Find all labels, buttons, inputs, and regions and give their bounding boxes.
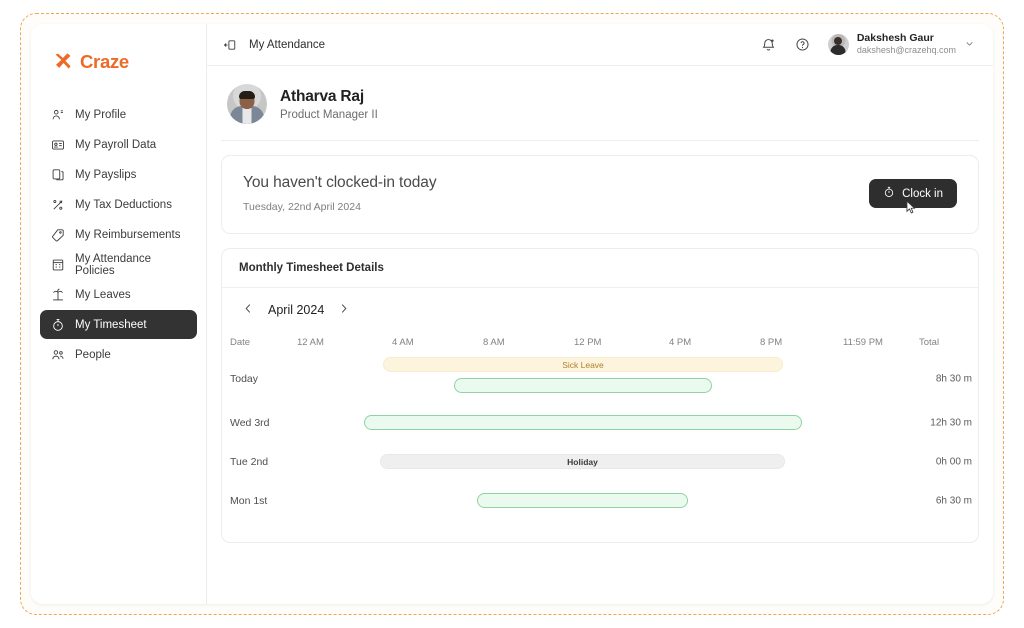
axis-tick-4pm: 4 PM [669, 337, 691, 348]
table-row[interactable]: Today Sick Leave 8h 30 m [222, 355, 978, 403]
timesheet-timeline: Date 12 AM 4 AM 8 AM 12 PM 4 PM 8 PM 11:… [222, 325, 978, 542]
avatar [828, 34, 849, 55]
month-navigator: April 2024 [222, 288, 978, 325]
sidebar-item-my-payroll-data[interactable]: My Payroll Data [40, 130, 197, 159]
timeline-bar-holiday[interactable]: Holiday [380, 454, 785, 469]
sidebar-item-label: My Reimbursements [75, 229, 180, 241]
clock-in-date: Tuesday, 22nd April 2024 [243, 201, 436, 213]
timer-icon [883, 186, 895, 201]
sidebar-item-my-tax-deductions[interactable]: My Tax Deductions [40, 190, 197, 219]
sidebar-item-my-leaves[interactable]: My Leaves [40, 280, 197, 309]
monthly-timesheet-card: Monthly Timesheet Details April 2024 Dat… [221, 248, 979, 543]
content-body: Atharva Raj Product Manager II You haven… [207, 66, 993, 604]
sidebar-item-label: My Payslips [75, 169, 136, 181]
row-total: 12h 30 m [930, 417, 972, 428]
timeline-axis: Date 12 AM 4 AM 8 AM 12 PM 4 PM 8 PM 11:… [222, 337, 978, 353]
employee-name: Atharva Raj [280, 88, 378, 106]
bar-label: Sick Leave [562, 360, 604, 370]
brand-name: Craze [80, 51, 129, 73]
table-row[interactable]: Tue 2nd Holiday 0h 00 m [222, 442, 978, 481]
timeline-bar-work[interactable] [364, 415, 802, 430]
sidebar-item-my-timesheet[interactable]: My Timesheet [40, 310, 197, 339]
sidebar-item-label: My Profile [75, 109, 126, 121]
tax-dots-icon [51, 198, 65, 212]
user-menu[interactable]: Dakshesh Gaur dakshesh@crazehq.com [828, 32, 975, 56]
building-icon [51, 258, 65, 272]
chevron-right-icon[interactable] [337, 302, 350, 317]
month-label: April 2024 [268, 303, 324, 317]
tag-icon [51, 228, 65, 242]
timer-icon [51, 318, 65, 332]
axis-tick-8pm: 8 PM [760, 337, 782, 348]
user-meta: Dakshesh Gaur dakshesh@crazehq.com [857, 32, 956, 56]
axis-tick-8am: 8 AM [483, 337, 505, 348]
sidebar-item-label: My Attendance Policies [75, 253, 186, 277]
clock-in-button-label: Clock in [902, 188, 943, 200]
timeline-bar-sick-leave[interactable]: Sick Leave [383, 357, 783, 372]
app-frame: Craze My Profile My Payroll Data My Pays… [20, 13, 1004, 615]
axis-tick-1159pm: 11:59 PM [843, 337, 883, 348]
chevron-left-icon[interactable] [242, 302, 255, 317]
clock-in-card: You haven't clocked-in today Tuesday, 22… [221, 155, 979, 234]
axis-label-total: Total [919, 337, 939, 348]
id-card-icon [51, 138, 65, 152]
mouse-cursor-icon [905, 200, 918, 216]
app-window: Craze My Profile My Payroll Data My Pays… [31, 24, 993, 604]
sidebar-item-label: My Payroll Data [75, 139, 156, 151]
topbar-left: My Attendance [221, 36, 325, 54]
row-total: 0h 00 m [936, 456, 972, 467]
topbar: My Attendance Dakshesh Gaur dakshesh@cra… [207, 24, 993, 66]
employee-header: Atharva Raj Product Manager II [221, 66, 979, 141]
documents-icon [51, 168, 65, 182]
sidebar-item-my-attendance-policies[interactable]: My Attendance Policies [40, 250, 197, 279]
bar-label: Holiday [567, 457, 598, 467]
bell-icon[interactable] [760, 36, 778, 54]
chevron-down-icon[interactable] [964, 38, 975, 52]
timeline-bar-work[interactable] [477, 493, 688, 508]
sidebar-item-label: My Tax Deductions [75, 199, 172, 211]
employee-avatar [227, 84, 267, 124]
sidebar-item-my-reimbursements[interactable]: My Reimbursements [40, 220, 197, 249]
sidebar-item-label: My Leaves [75, 289, 131, 301]
help-circle-icon[interactable] [794, 36, 812, 54]
clock-in-button[interactable]: Clock in [869, 179, 957, 208]
person-badge-icon [51, 108, 65, 122]
table-row[interactable]: Mon 1st 6h 30 m [222, 481, 978, 520]
row-total: 6h 30 m [936, 495, 972, 506]
axis-label-date: Date [230, 337, 250, 348]
table-row[interactable]: Wed 3rd 12h 30 m [222, 403, 978, 442]
brand-logo[interactable]: Craze [31, 42, 206, 78]
employee-identity: Atharva Raj Product Manager II [280, 88, 378, 121]
craze-x-icon [53, 52, 73, 72]
sidebar-item-label: People [75, 349, 111, 361]
page-title: My Attendance [249, 39, 325, 51]
axis-tick-12pm: 12 PM [574, 337, 601, 348]
user-email: dakshesh@crazehq.com [857, 45, 956, 56]
axis-tick-4am: 4 AM [392, 337, 414, 348]
sidebar: Craze My Profile My Payroll Data My Pays… [31, 24, 207, 604]
row-date: Tue 2nd [230, 456, 268, 468]
sidebar-item-people[interactable]: People [40, 340, 197, 369]
timesheet-title: Monthly Timesheet Details [222, 249, 978, 288]
timeline-bar-work[interactable] [454, 378, 712, 393]
people-icon [51, 348, 65, 362]
employee-role: Product Manager II [280, 109, 378, 121]
topbar-right: Dakshesh Gaur dakshesh@crazehq.com [760, 32, 975, 56]
sidebar-item-my-payslips[interactable]: My Payslips [40, 160, 197, 189]
sidebar-item-label: My Timesheet [75, 319, 147, 331]
row-date: Mon 1st [230, 495, 267, 507]
user-name: Dakshesh Gaur [857, 32, 956, 45]
axis-tick-12am: 12 AM [297, 337, 324, 348]
row-total: 8h 30 m [936, 374, 972, 385]
sidebar-nav: My Profile My Payroll Data My Payslips M… [31, 100, 206, 369]
clock-in-heading: You haven't clocked-in today [243, 174, 436, 192]
row-date: Wed 3rd [230, 417, 270, 429]
row-date: Today [230, 373, 258, 385]
main-area: My Attendance Dakshesh Gaur dakshesh@cra… [207, 24, 993, 604]
panel-collapse-icon[interactable] [221, 36, 239, 54]
clock-in-text: You haven't clocked-in today Tuesday, 22… [243, 174, 436, 213]
palm-tree-icon [51, 288, 65, 302]
sidebar-item-my-profile[interactable]: My Profile [40, 100, 197, 129]
